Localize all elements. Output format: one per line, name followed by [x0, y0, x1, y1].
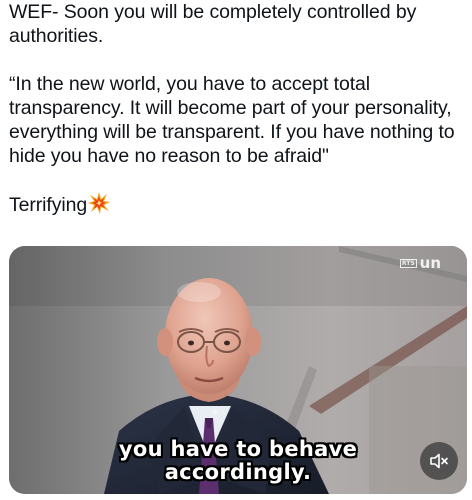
post-text-line: “In the new world, you have to accept to… — [9, 73, 370, 95]
mute-toggle-button[interactable] — [420, 442, 458, 480]
video-player[interactable]: RTS un you have to behave accordingly. — [9, 246, 467, 494]
closing-word: Terrifying — [9, 194, 88, 216]
post-text-line: hide you have no reason to be afraid" — [9, 145, 329, 167]
subtitle-line-2: accordingly. — [164, 460, 312, 484]
post-text: WEF- Soon you will be completely control… — [9, 0, 465, 220]
collision-emoji-icon — [88, 192, 111, 220]
post-text-line: authorities. — [9, 25, 104, 47]
speaker-muted-icon — [430, 453, 448, 469]
post-text-line: WEF- Soon you will be completely control… — [9, 1, 417, 23]
broadcaster-wordmark: un — [419, 254, 441, 272]
post-text-line: everything will be transparent. If you h… — [9, 121, 455, 143]
broadcaster-logo: RTS un — [399, 254, 441, 272]
broadcaster-badge: RTS — [399, 259, 417, 268]
post-text-line: transparency. It will become part of you… — [9, 97, 452, 119]
subtitle-line-1: you have to behave — [118, 437, 358, 461]
post-closing: Terrifying — [9, 192, 465, 220]
